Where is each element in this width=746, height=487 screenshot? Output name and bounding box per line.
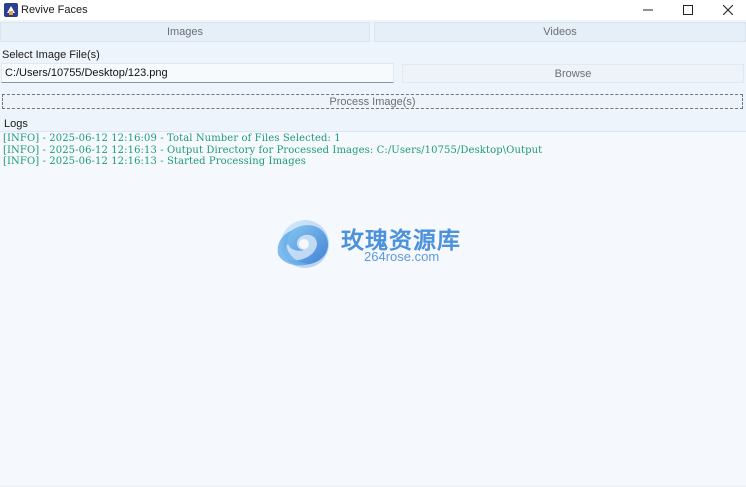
select-file-label: Select Image File(s): [2, 49, 100, 61]
tab-videos[interactable]: Videos: [374, 22, 746, 42]
watermark: 玫瑰资源库 264rose.com: [272, 218, 482, 272]
title-bar[interactable]: Revive Faces: [0, 0, 746, 20]
minimize-button[interactable]: [628, 0, 668, 20]
browse-button[interactable]: Browse: [402, 64, 744, 83]
maximize-icon: [683, 5, 693, 15]
process-images-button[interactable]: Process Image(s): [2, 94, 743, 109]
window-title: Revive Faces: [21, 4, 88, 16]
app-window: Revive Faces Images Videos Select Image …: [0, 0, 746, 487]
log-line: [INFO] - 2025-06-12 12:16:13 - Output Di…: [3, 144, 543, 156]
close-button[interactable]: [708, 0, 746, 20]
log-line: [INFO] - 2025-06-12 12:16:13 - Started P…: [3, 156, 306, 167]
maximize-button[interactable]: [668, 0, 708, 20]
log-line: [INFO] - 2025-06-12 12:16:09 - Total Num…: [3, 133, 341, 144]
app-icon: [4, 3, 18, 17]
logs-label: Logs: [4, 118, 28, 130]
close-icon: [723, 5, 733, 15]
watermark-en-text: 264rose.com: [364, 249, 440, 264]
tab-images[interactable]: Images: [0, 22, 370, 42]
file-path-input[interactable]: C:/Users/10755/Desktop/123.png: [1, 63, 394, 83]
tab-bar: Images Videos: [0, 22, 746, 42]
rose-logo-icon: [277, 220, 329, 268]
minimize-icon: [643, 9, 653, 11]
logs-textarea[interactable]: [INFO] - 2025-06-12 12:16:09 - Total Num…: [0, 131, 746, 485]
